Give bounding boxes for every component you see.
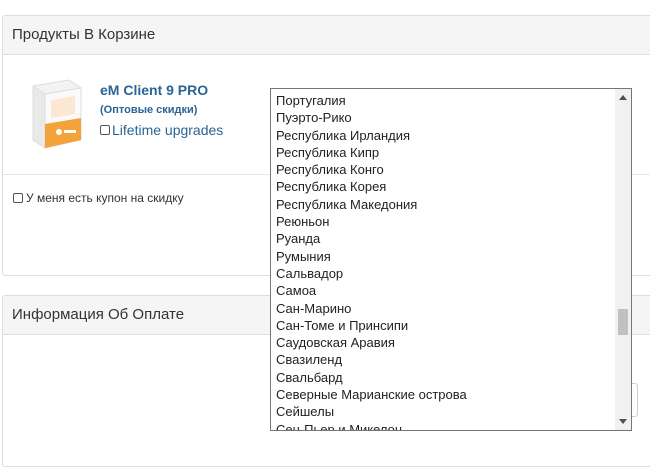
country-option[interactable]: Руанда [271,230,615,247]
country-option[interactable]: Республика Корея [271,178,615,195]
country-option[interactable]: Сальвадор [271,265,615,282]
country-option[interactable]: Сейшелы [271,403,615,420]
product-title[interactable]: eM Client 9 PRO [100,82,208,98]
country-option[interactable]: Республика Македония [271,196,615,213]
country-option[interactable]: Республика Конго [271,161,615,178]
country-option[interactable]: Румыния [271,248,615,265]
country-option[interactable]: Республика Ирландия [271,127,615,144]
country-option[interactable]: Пуэрто-Рико [271,109,615,126]
scroll-down-arrow-icon[interactable] [619,419,627,424]
country-option[interactable]: Свальбард [271,369,615,386]
country-option[interactable]: Сен-Пьер и Микелон [271,421,615,430]
country-option[interactable]: Португалия [271,92,615,109]
country-option[interactable]: Сан-Томе и Принсипи [271,317,615,334]
coupon-checkbox[interactable] [13,193,23,203]
lifetime-upgrades-label: Lifetime upgrades [112,122,224,138]
lifetime-upgrades-option[interactable]: Lifetime upgrades [100,122,223,138]
country-option[interactable]: Сан-Марино [271,300,615,317]
coupon-option[interactable]: У меня есть купон на скидку [13,191,184,205]
country-option[interactable]: Свазиленд [271,351,615,368]
product-box-icon [29,78,85,150]
cart-heading: Продукты В Корзине [3,16,650,55]
country-option[interactable]: Самоа [271,282,615,299]
country-option[interactable]: Северные Марианские острова [271,386,615,403]
country-option[interactable]: Саудовская Аравия [271,334,615,351]
coupon-label: У меня есть купон на скидку [26,191,184,205]
country-option[interactable]: Реюньон [271,213,615,230]
country-option[interactable]: Республика Кипр [271,144,615,161]
dropdown-scrollbar[interactable] [615,89,631,430]
country-options: Португалия Пуэрто-Рико Республика Ирландия… [271,92,615,430]
country-dropdown-list[interactable]: Португалия Пуэрто-Рико Республика Ирландия… [270,88,632,431]
product-subtitle: (Оптовые скидки) [100,104,198,116]
scroll-up-arrow-icon[interactable] [619,95,627,100]
lifetime-upgrades-checkbox[interactable] [100,125,110,135]
scrollbar-thumb[interactable] [618,309,628,335]
